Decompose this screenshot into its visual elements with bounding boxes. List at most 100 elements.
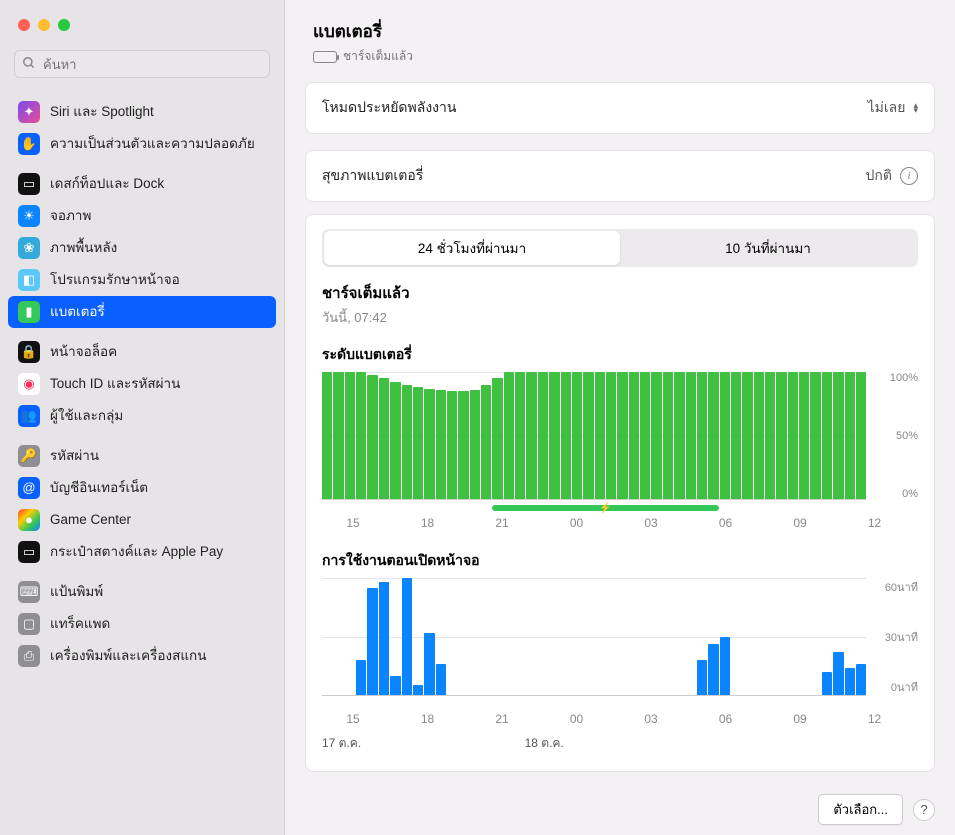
chart-bar: [765, 372, 775, 499]
sidebar-item[interactable]: ▢แทร็คแพด: [8, 608, 276, 640]
chart-bar: [561, 372, 571, 499]
sidebar-item[interactable]: ▮ แบตเตอรี่: [8, 296, 276, 328]
info-icon[interactable]: i: [900, 167, 918, 185]
low-power-card: โหมดประหยัดพลังงาน ไม่เลย ▴▾: [305, 82, 935, 134]
screen-on-title: การใช้งานตอนเปิดหน้าจอ: [322, 550, 918, 572]
battery-health-value: ปกติ: [866, 165, 892, 187]
tab-24h[interactable]: 24 ชั่วโมงที่ผ่านมา: [324, 231, 620, 265]
sidebar: ✦Siri และ Spotlight✋ความเป็นส่วนตัวและคว…: [0, 0, 285, 835]
battery-icon: [313, 51, 337, 63]
sidebar-item[interactable]: ✦Siri และ Spotlight: [8, 96, 276, 128]
titlebar: [0, 0, 284, 50]
chart-bar: [720, 372, 730, 499]
chart-bar: [833, 372, 843, 499]
chart-bar: [617, 372, 627, 499]
nav-list: ✦Siri และ Spotlight✋ความเป็นส่วนตัวและคว…: [0, 88, 284, 835]
chart-bar: [754, 372, 764, 499]
chart-bar: [322, 372, 332, 499]
sidebar-icon: ☀: [18, 205, 40, 227]
sidebar-icon: ✋: [18, 133, 40, 155]
zoom-icon[interactable]: [58, 19, 70, 31]
chart-bar: [606, 372, 616, 499]
usage-card: 24 ชั่วโมงที่ผ่านมา 10 วันที่ผ่านมา ชาร์…: [305, 214, 935, 772]
chart-bar: [424, 633, 434, 695]
chart-bar: [390, 382, 400, 499]
minimize-icon[interactable]: [38, 19, 50, 31]
bolt-icon: ⚡: [599, 503, 611, 514]
battery-level-chart: ⚡ 100%50%0%: [322, 372, 918, 500]
chart-bar: [810, 372, 820, 499]
sidebar-icon: ▭: [18, 173, 40, 195]
sidebar-item[interactable]: ▭เดสก์ท็อปและ Dock: [8, 168, 276, 200]
sidebar-item[interactable]: 🔒หน้าจอล็อค: [8, 336, 276, 368]
chart-bar: [708, 644, 718, 695]
chart-bar: [481, 385, 491, 499]
chart-bar: [402, 385, 412, 499]
chart-bar: [720, 637, 730, 696]
chart-bar: [572, 372, 582, 499]
low-power-label: โหมดประหยัดพลังงาน: [322, 97, 456, 119]
sidebar-icon: ⌨: [18, 581, 40, 603]
low-power-select[interactable]: ไม่เลย ▴▾: [868, 97, 918, 119]
sidebar-icon: ◉: [18, 373, 40, 395]
chart-bar: [845, 372, 855, 499]
chart-bar: [651, 372, 661, 499]
chart-bar: [799, 372, 809, 499]
sidebar-item[interactable]: ◧ โปรแกรมรักษาหน้าจอ: [8, 264, 276, 296]
sidebar-item-label: หน้าจอล็อค: [50, 343, 266, 361]
sidebar-item-label: แป้นพิมพ์: [50, 583, 266, 601]
sidebar-item[interactable]: ☀ จอภาพ: [8, 200, 276, 232]
sidebar-icon: ◧: [18, 269, 40, 291]
sidebar-item[interactable]: @บัญชีอินเทอร์เน็ต: [8, 472, 276, 504]
sidebar-icon: ✦: [18, 101, 40, 123]
sidebar-item-label: โปรแกรมรักษาหน้าจอ: [50, 271, 266, 289]
sidebar-item-label: ผู้ใช้และกลุ่ม: [50, 407, 266, 425]
sidebar-item-label: Game Center: [50, 511, 266, 529]
chart-bar: [447, 391, 457, 499]
chart-bar: [788, 372, 798, 499]
sidebar-item[interactable]: ● Game Center: [8, 504, 276, 536]
sidebar-item[interactable]: ◉Touch ID และรหัสผ่าน: [8, 368, 276, 400]
chart-bar: [822, 672, 832, 695]
chart-bar: [708, 372, 718, 499]
chart-bar: [538, 372, 548, 499]
sidebar-item[interactable]: 👥ผู้ใช้และกลุ่ม: [8, 400, 276, 432]
chart-bar: [595, 372, 605, 499]
sidebar-item[interactable]: ⌨ แป้นพิมพ์: [8, 576, 276, 608]
main-header: แบตเตอรี่ ชาร์จเต็มแล้ว: [285, 0, 955, 78]
sidebar-item-label: แทร็คแพด: [50, 615, 266, 633]
page-title: แบตเตอรี่: [313, 18, 927, 45]
sidebar-item[interactable]: ▭กระเป๋าสตางค์และ Apple Pay: [8, 536, 276, 568]
battery-health-card: สุขภาพแบตเตอรี่ ปกติ i: [305, 150, 935, 202]
sidebar-icon: ●: [18, 509, 40, 531]
chart-bar: [731, 372, 741, 499]
sidebar-item[interactable]: ⎙เครื่องพิมพ์และเครื่องสแกน: [8, 640, 276, 672]
sidebar-item-label: ภาพพื้นหลัง: [50, 239, 266, 257]
chart-bar: [424, 389, 434, 499]
options-button[interactable]: ตัวเลือก...: [818, 794, 903, 825]
chart-bar: [356, 372, 366, 499]
chart-bar: [629, 372, 639, 499]
chart-bar: [526, 372, 536, 499]
sidebar-item-label: จอภาพ: [50, 207, 266, 225]
tab-10d[interactable]: 10 วันที่ผ่านมา: [620, 231, 916, 265]
sidebar-item[interactable]: ❀ ภาพพื้นหลัง: [8, 232, 276, 264]
close-icon[interactable]: [18, 19, 30, 31]
sidebar-item-label: บัญชีอินเทอร์เน็ต: [50, 479, 266, 497]
chevron-updown-icon: ▴▾: [913, 103, 918, 113]
sidebar-icon: ❀: [18, 237, 40, 259]
sidebar-item-label: รหัสผ่าน: [50, 447, 266, 465]
search-icon: [22, 56, 36, 75]
sidebar-icon: ▮: [18, 301, 40, 323]
chart-bar: [504, 372, 514, 499]
sidebar-item[interactable]: 🔑รหัสผ่าน: [8, 440, 276, 472]
sidebar-item[interactable]: ✋ความเป็นส่วนตัวและความปลอดภัย: [8, 128, 276, 160]
chart-bar: [776, 372, 786, 499]
sidebar-item-label: แบตเตอรี่: [50, 303, 266, 321]
chart-bar: [833, 652, 843, 695]
chart-bar: [436, 664, 446, 695]
chart-bar: [390, 676, 400, 695]
search-input[interactable]: [14, 50, 270, 78]
help-button[interactable]: ?: [913, 799, 935, 821]
main-content: แบตเตอรี่ ชาร์จเต็มแล้ว โหมดประหยัดพลังง…: [285, 0, 955, 835]
